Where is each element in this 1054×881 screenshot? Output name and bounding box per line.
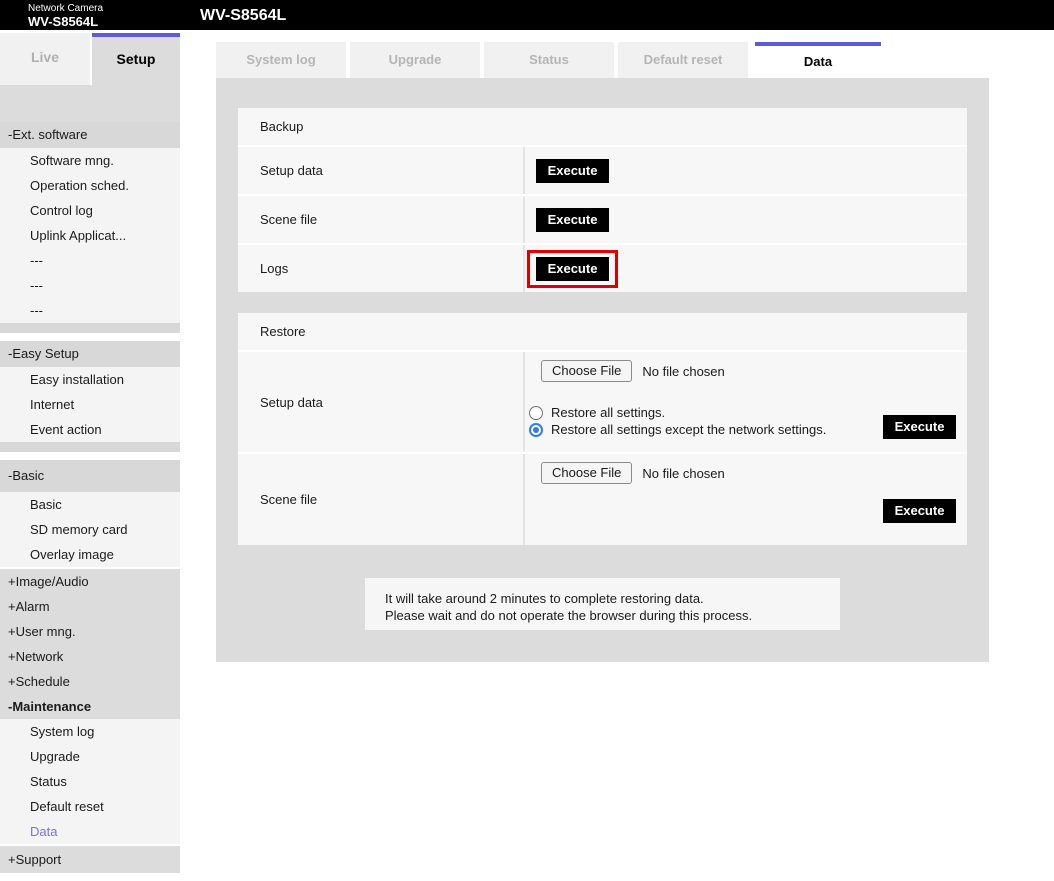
brand-block: Network Camera WV-S8564L [28,2,103,28]
backup-setup-data-label: Setup data [238,147,523,194]
backup-table: Backup Setup data Execute Scene file Exe… [238,108,967,292]
sidebar-item-overlay-image[interactable]: Overlay image [0,542,180,567]
tab-setup[interactable]: Setup [92,33,180,85]
sidebar-item-control-log[interactable]: Control log [0,198,180,223]
sidebar-group-user-mng[interactable]: +User mng. [0,619,180,644]
sidebar-item-sd-memory-card[interactable]: SD memory card [0,517,180,542]
content-tab-bar: System log Upgrade Status Default reset … [216,42,885,78]
sidebar-item-operation-sched[interactable]: Operation sched. [0,173,180,198]
sidebar-group-network[interactable]: +Network [0,644,180,669]
tab-default-reset[interactable]: Default reset [618,42,748,78]
sidebar-item-upgrade[interactable]: Upgrade [0,744,180,769]
sidebar-top-strip [0,85,180,122]
sidebar-group-easy-setup: -Easy Setup Easy installation Internet E… [0,341,180,452]
sidebar-item-system-log[interactable]: System log [0,719,180,744]
sidebar-group-footer [0,442,180,452]
sidebar-header-maintenance[interactable]: -Maintenance [0,694,180,719]
sidebar-item-empty-1[interactable]: --- [0,248,180,273]
sidebar-group-schedule[interactable]: +Schedule [0,669,180,694]
sidebar-item-internet[interactable]: Internet [0,392,180,417]
table-row: Scene file Execute [238,196,967,243]
brand-model: WV-S8564L [28,15,103,28]
sidebar: -Ext. software Software mng. Operation s… [0,85,180,873]
restore-section-title: Restore [238,313,967,350]
sidebar-item-software-mng[interactable]: Software mng. [0,148,180,173]
backup-logs-label: Logs [238,245,523,292]
sidebar-item-status[interactable]: Status [0,769,180,794]
restore-setup-execute-button[interactable]: Execute [883,415,956,439]
sidebar-header-ext-software[interactable]: -Ext. software [0,122,180,148]
sidebar-group-image-audio[interactable]: +Image/Audio [0,569,180,594]
sidebar-group-support[interactable]: +Support [0,846,180,873]
radio-restore-all-label: Restore all settings. [551,405,665,420]
restore-note: It will take around 2 minutes to complet… [365,578,840,630]
restore-setup-file-status: No file chosen [642,364,724,379]
tab-data[interactable]: Data [755,42,881,78]
note-line-2: Please wait and do not operate the brows… [385,607,840,624]
table-row: Setup data Execute [238,147,967,194]
highlight-box: Execute [527,250,618,288]
sidebar-group-ext-software: -Ext. software Software mng. Operation s… [0,122,180,333]
sidebar-item-uplink-applicat[interactable]: Uplink Applicat... [0,223,180,248]
sidebar-gap [0,452,180,460]
sidebar-header-basic[interactable]: -Basic [0,460,180,492]
table-row: Logs Execute [238,245,967,292]
page-title: WV-S8564L [200,7,286,25]
sidebar-item-empty-3[interactable]: --- [0,298,180,323]
sidebar-group-footer [0,323,180,333]
backup-logs-execute-button[interactable]: Execute [536,257,609,281]
backup-setup-data-execute-button[interactable]: Execute [536,159,609,183]
sidebar-item-basic[interactable]: Basic [0,492,180,517]
sidebar-item-event-action[interactable]: Event action [0,417,180,442]
tab-system-log[interactable]: System log [216,42,346,78]
sidebar-group-basic: -Basic Basic SD memory card Overlay imag… [0,460,180,567]
restore-setup-data-label: Setup data [238,352,523,452]
note-line-1: It will take around 2 minutes to complet… [385,590,840,607]
radio-button-checked[interactable] [529,423,543,437]
restore-scene-file-status: No file chosen [642,466,724,481]
tab-status[interactable]: Status [484,42,614,78]
sidebar-item-data[interactable]: Data [0,819,180,844]
content-panel: Backup Setup data Execute Scene file Exe… [216,78,989,662]
sidebar-item-default-reset[interactable]: Default reset [0,794,180,819]
sidebar-group-maintenance-items: System log Upgrade Status Default reset … [0,719,180,844]
backup-section-title: Backup [238,108,967,145]
radio-restore-except-network-label: Restore all settings except the network … [551,422,826,437]
restore-setup-choose-file-button[interactable]: Choose File [541,360,632,382]
backup-scene-file-execute-button[interactable]: Execute [536,208,609,232]
sidebar-group-alarm[interactable]: +Alarm [0,594,180,619]
sidebar-item-easy-installation[interactable]: Easy installation [0,367,180,392]
restore-scene-choose-file-button[interactable]: Choose File [541,462,632,484]
sidebar-gap [0,333,180,341]
top-bar: Network Camera WV-S8564L WV-S8564L [0,0,1054,30]
restore-scene-execute-button[interactable]: Execute [883,499,956,523]
table-row: Scene file Choose File No file chosen Ex… [238,454,967,545]
table-row: Setup data Choose File No file chosen Re… [238,352,967,452]
sidebar-header-easy-setup[interactable]: -Easy Setup [0,341,180,367]
tab-live[interactable]: Live [0,33,90,85]
sidebar-item-empty-2[interactable]: --- [0,273,180,298]
restore-scene-file-label: Scene file [238,454,523,545]
radio-button-unchecked[interactable] [529,406,543,420]
restore-table: Restore Setup data Choose File No file c… [238,313,967,545]
backup-scene-file-label: Scene file [238,196,523,243]
tab-upgrade[interactable]: Upgrade [350,42,480,78]
